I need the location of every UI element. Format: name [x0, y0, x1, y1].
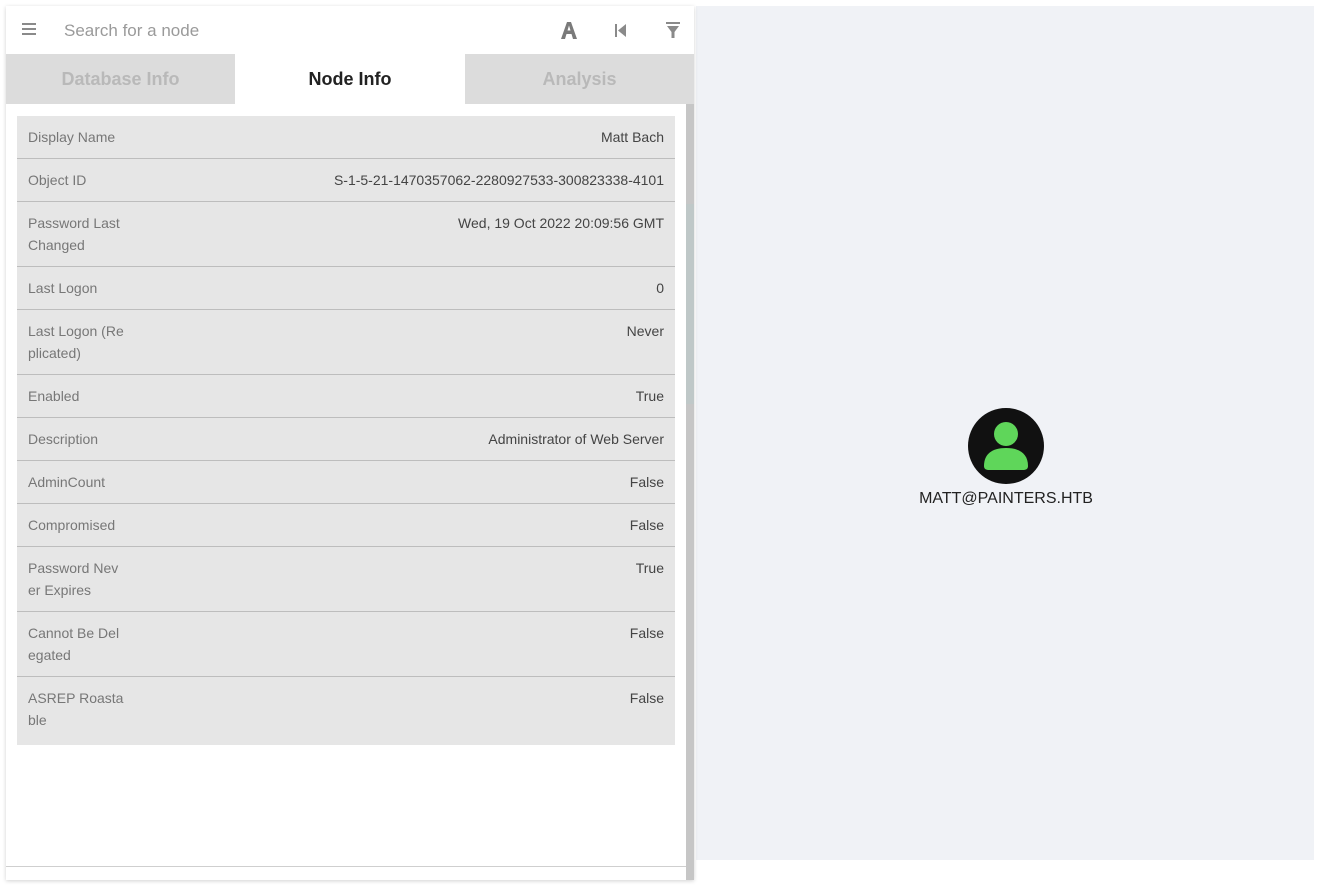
property-label: Display Name [28, 129, 116, 145]
property-label: Last Logon (Replicated) [28, 323, 124, 361]
property-label: Last Logon [28, 280, 98, 296]
property-row-admincount: AdminCount False [17, 461, 675, 504]
property-label: Cannot Be Delegated [28, 625, 120, 663]
property-value: True [635, 388, 664, 404]
user-node[interactable] [968, 408, 1044, 484]
property-value: False [629, 625, 664, 641]
property-value: True [635, 560, 664, 576]
property-value: Administrator of Web Server [488, 431, 664, 447]
property-label: Enabled [28, 388, 80, 404]
scrollbar-thumb[interactable] [686, 204, 694, 404]
property-label: Description [28, 431, 99, 447]
node-info-content: Display Name Matt Bach Object ID S-1-5-2… [6, 104, 694, 880]
property-row-display-name: Display Name Matt Bach [17, 116, 675, 159]
node-properties-table: Display Name Matt Bach Object ID S-1-5-2… [17, 116, 675, 745]
property-row-password-last-changed: Password Last Changed Wed, 19 Oct 2022 2… [17, 202, 675, 267]
property-value: False [629, 690, 664, 706]
property-row-description: Description Administrator of Web Server [17, 418, 675, 461]
property-row-asrep-roastable: ASREP Roastable False [17, 677, 675, 745]
property-label: ASREP Roastable [28, 690, 124, 728]
back-icon[interactable] [610, 18, 632, 42]
tab-analysis[interactable]: Analysis [465, 54, 694, 104]
property-value: Matt Bach [600, 129, 664, 145]
property-value: Never [626, 323, 664, 339]
search-input[interactable] [62, 18, 486, 44]
pathfinding-icon[interactable] [558, 18, 580, 42]
hamburger-menu-icon[interactable] [22, 23, 36, 35]
bloodhound-window: Database Info Node Info Analysis Display… [0, 0, 1318, 890]
property-row-last-logon: Last Logon 0 [17, 267, 675, 310]
property-value: 0 [656, 280, 664, 296]
property-row-compromised: Compromised False [17, 504, 675, 547]
property-label: Password Never Expires [28, 560, 119, 598]
property-value: False [629, 517, 664, 533]
property-row-last-logon-replicated: Last Logon (Replicated) Never [17, 310, 675, 375]
panel-divider [6, 866, 686, 867]
node-label: MATT@PAINTERS.HTB [919, 490, 1093, 507]
property-row-object-id: Object ID S-1-5-21-1470357062-2280927533… [17, 159, 675, 202]
property-value: Wed, 19 Oct 2022 20:09:56 GMT [458, 215, 664, 231]
property-row-password-never-expires: Password Never Expires True [17, 547, 675, 612]
property-label: AdminCount [28, 474, 106, 490]
search-bar [6, 6, 694, 54]
property-row-cannot-be-delegated: Cannot Be Delegated False [17, 612, 675, 677]
tab-node-info[interactable]: Node Info [235, 54, 465, 104]
property-row-enabled: Enabled True [17, 375, 675, 418]
property-value: False [629, 474, 664, 490]
side-panel: Database Info Node Info Analysis Display… [6, 6, 694, 880]
tab-bar: Database Info Node Info Analysis [6, 54, 694, 104]
property-label: Password Last Changed [28, 215, 120, 253]
property-value: S-1-5-21-1470357062-2280927533-300823338… [333, 172, 664, 188]
user-icon [984, 422, 1028, 470]
property-label: Compromised [28, 517, 116, 533]
filter-icon[interactable] [662, 18, 684, 42]
tab-database-info[interactable]: Database Info [6, 54, 235, 104]
property-label: Object ID [28, 172, 87, 188]
